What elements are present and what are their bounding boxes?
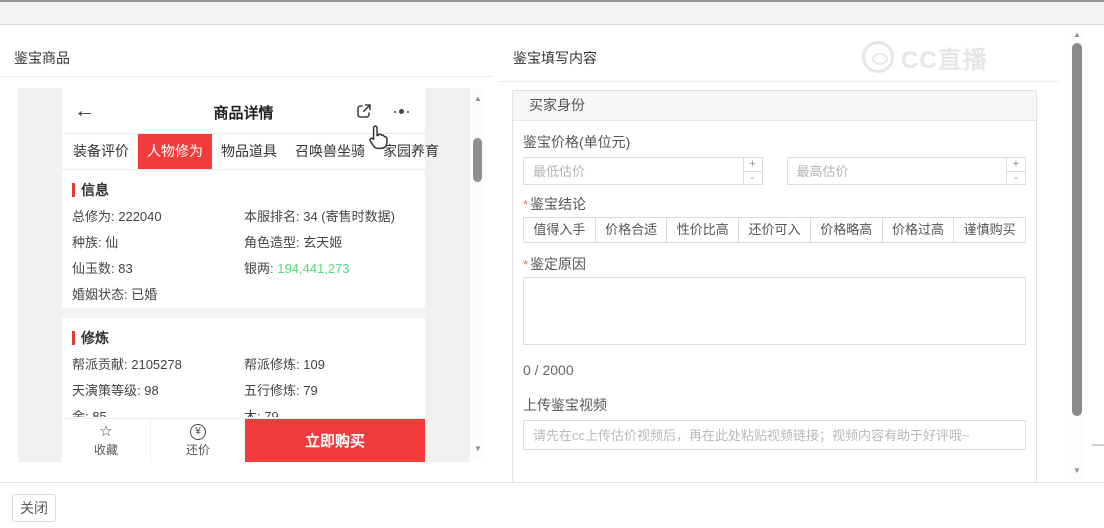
bargain-button[interactable]: ¥ 还价 — [150, 419, 245, 462]
browser-top-strip — [0, 0, 1104, 25]
appraisal-dialog: 鉴宝商品 ← 商品详情 装备评价 人物修为 物品道具 召唤兽坐骑 家园养育 信息总修为:… — [0, 25, 1104, 483]
section-title: 修炼 — [72, 328, 415, 348]
product-action-bar: ☆ 收藏 ¥ 还价 立即购买 — [62, 418, 425, 462]
attribute-cell: 角色造型: 玄天姬 — [244, 235, 343, 250]
section-title: 信息 — [72, 180, 415, 200]
scroll-down-icon[interactable]: ▼ — [470, 444, 486, 453]
conclusion-option-价格过高[interactable]: 价格过高 — [881, 218, 954, 242]
product-detail-card: ← 商品详情 装备评价 人物修为 物品道具 召唤兽坐骑 家园养育 信息总修为: 2220… — [62, 88, 439, 462]
form-content: 鉴宝价格(单位元) + - + - — [513, 133, 1036, 450]
attribute-row: 天演策等级: 98 五行修炼: 79 — [72, 378, 415, 404]
conclusion-option-值得入手[interactable]: 值得入手 — [524, 218, 595, 242]
section-marker — [72, 183, 75, 197]
conclusion-option-性价比高[interactable]: 性价比高 — [666, 218, 739, 242]
star-icon: ☆ — [99, 422, 113, 440]
section-marker — [72, 331, 75, 345]
conclusion-option-谨慎购买[interactable]: 谨慎购买 — [953, 218, 1026, 242]
increment-icon[interactable]: + — [743, 158, 762, 172]
attribute-row: 帮派贡献: 2105278 帮派修炼: 109 — [72, 352, 415, 378]
attribute-cell: 仙玉数: 83 — [72, 261, 133, 276]
buy-now-button[interactable]: 立即购买 — [245, 419, 425, 462]
attribute-cell: 天演策等级: 98 — [72, 383, 159, 398]
bargain-label: 还价 — [185, 442, 210, 457]
close-button[interactable]: 关闭 — [12, 494, 56, 522]
attribute-cell: 银两: 194,441,273 — [244, 261, 350, 276]
tab-装备评价[interactable]: 装备评价 — [64, 134, 138, 169]
dialog-scrollbar-thumb[interactable] — [1072, 43, 1082, 416]
product-card-header: ← 商品详情 — [62, 88, 425, 134]
conclusion-option-价格略高[interactable]: 价格略高 — [809, 218, 882, 242]
buyer-identity-header: 买家身份 — [513, 91, 1036, 121]
conclusion-options: 值得入手 价格合适 性价比高 还价可入 价格略高 价格过高 谨慎购买 — [523, 217, 1026, 243]
attribute-row: 总修为: 222040 本服排名: 34 (寄售时数据) — [72, 204, 415, 230]
decrement-icon[interactable]: - — [1007, 172, 1025, 185]
scroll-down-icon[interactable]: ▼ — [1070, 466, 1084, 475]
conclusion-option-还价可入[interactable]: 还价可入 — [738, 218, 810, 242]
price-inputs-row: + - + - — [523, 157, 1026, 185]
char-counter: 0 / 2000 — [523, 362, 574, 378]
product-scrollbar[interactable]: ▲ ▼ — [470, 88, 486, 462]
min-price-spinner: + - — [742, 158, 762, 185]
attribute-row: 仙玉数: 83 银两: 194,441,273 — [72, 256, 415, 282]
product-attributes: 信息总修为: 222040 本服排名: 34 (寄售时数据) 种族: 仙 角色造型: … — [62, 170, 425, 417]
video-link-input[interactable] — [523, 420, 1026, 450]
tab-召唤兽坐骑[interactable]: 召唤兽坐骑 — [286, 134, 374, 169]
decrement-icon[interactable]: - — [744, 172, 762, 185]
cc-live-watermark: CC直播 — [862, 35, 1002, 79]
reason-label: 鉴定原因 — [523, 255, 1026, 273]
right-panel-title: 鉴宝填写内容 — [513, 50, 597, 66]
appraisal-dialog-page: 鉴宝商品 ← 商品详情 装备评价 人物修为 物品道具 召唤兽坐骑 家园养育 信息总修为:… — [0, 0, 1104, 528]
section-separator — [62, 308, 425, 318]
scroll-up-icon[interactable]: ▲ — [470, 94, 486, 103]
window-edge-mark — [1092, 444, 1104, 446]
attribute-cell: 种族: 仙 — [72, 235, 119, 250]
tab-物品道具[interactable]: 物品道具 — [212, 134, 286, 169]
min-price-group: + - — [523, 157, 763, 185]
scroll-up-icon[interactable]: ▲ — [1070, 30, 1084, 39]
product-tabs: 装备评价 人物修为 物品道具 召唤兽坐骑 家园养育 — [62, 134, 439, 170]
max-price-input[interactable] — [787, 158, 1006, 184]
min-price-input[interactable] — [524, 158, 743, 184]
attribute-row: 金: 85 木: 79 — [72, 404, 415, 417]
max-price-spinner: + - — [1006, 158, 1025, 184]
tab-家园养育[interactable]: 家园养育 — [374, 134, 448, 169]
product-scrollbar-thumb[interactable] — [473, 138, 482, 182]
attribute-cell: 木: 79 — [244, 409, 279, 417]
yuan-circle-icon: ¥ — [190, 423, 206, 440]
favorite-label: 收藏 — [93, 442, 118, 457]
attribute-cell: 总修为: 222040 — [72, 209, 162, 224]
attribute-row: 婚姻状态: 已婚 — [72, 282, 415, 308]
favorite-button[interactable]: ☆ 收藏 — [62, 419, 150, 462]
conclusion-label: 鉴宝结论 — [523, 195, 1026, 213]
attribute-cell: 本服排名: 34 (寄售时数据) — [244, 209, 395, 224]
cc-logo-icon — [862, 41, 894, 73]
dialog-footer: 关闭 — [0, 484, 1104, 528]
tab-人物修为[interactable]: 人物修为 — [138, 134, 212, 169]
attribute-cell: 金: 85 — [72, 409, 107, 417]
watermark-text: CC直播 — [901, 46, 988, 74]
attribute-cell: 帮派修炼: 109 — [244, 357, 325, 372]
share-icon[interactable] — [355, 102, 373, 125]
attribute-row: 种族: 仙 角色造型: 玄天姬 — [72, 230, 415, 256]
attribute-cell: 帮派贡献: 2105278 — [72, 357, 182, 372]
left-panel-title: 鉴宝商品 — [14, 50, 70, 66]
left-panel-divider — [0, 76, 493, 77]
increment-icon[interactable]: + — [1007, 158, 1025, 172]
video-label: 上传鉴宝视频 — [523, 397, 607, 413]
right-panel-divider — [499, 81, 1060, 82]
attribute-cell: 婚姻状态: 已婚 — [72, 287, 158, 302]
attribute-cell: 五行修炼: 79 — [244, 383, 318, 398]
appraisal-form: 买家身份 鉴宝价格(单位元) + - + - — [512, 90, 1037, 482]
conclusion-option-价格合适[interactable]: 价格合适 — [594, 218, 667, 242]
price-label: 鉴宝价格(单位元) — [523, 134, 631, 150]
more-options-icon[interactable] — [394, 109, 409, 114]
max-price-group: + - — [786, 157, 1026, 185]
reason-textarea[interactable] — [523, 277, 1026, 345]
